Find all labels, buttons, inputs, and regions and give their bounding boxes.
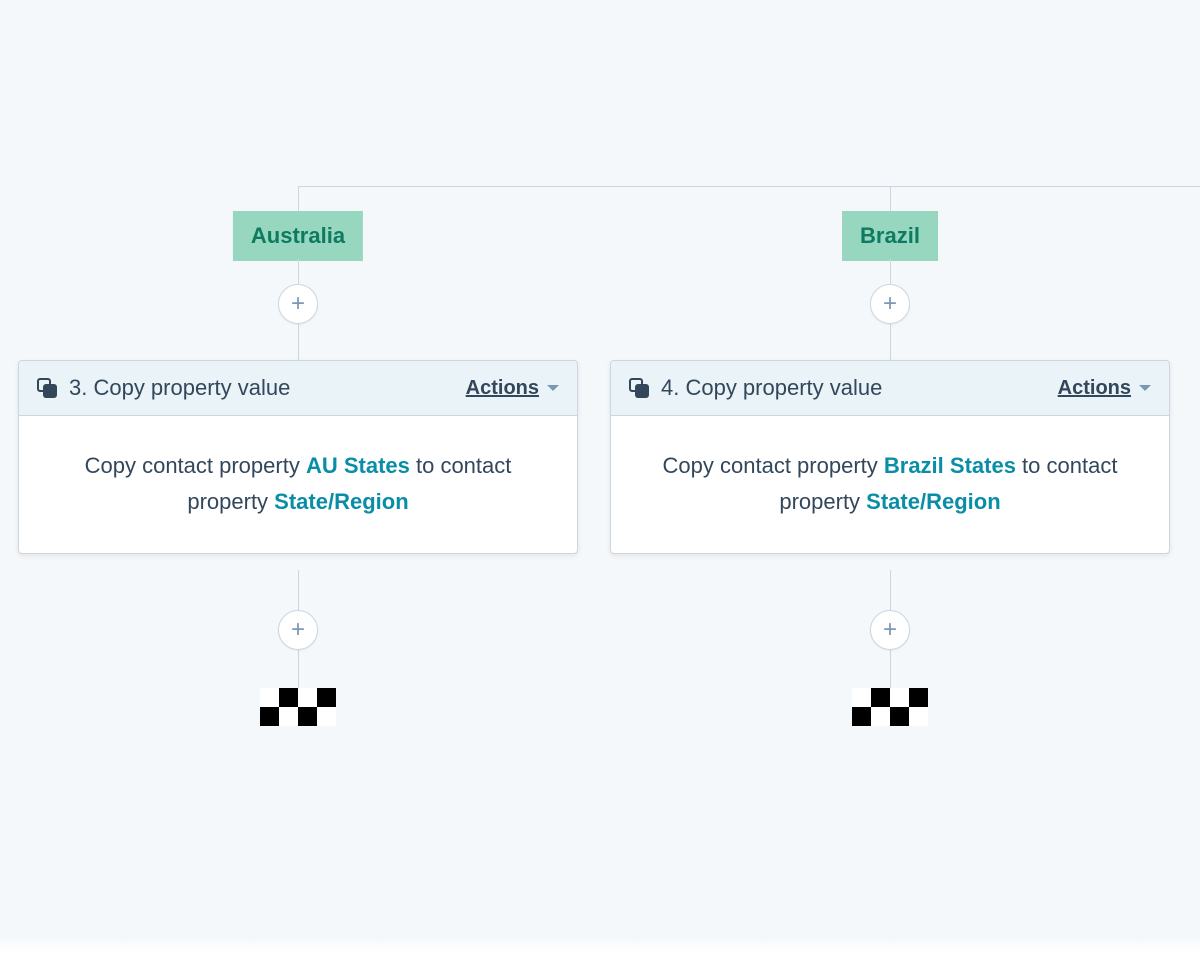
card-header: 4. Copy property value Actions xyxy=(611,361,1169,416)
end-flag-icon xyxy=(852,688,928,726)
body-text: Copy contact property xyxy=(85,453,306,478)
actions-dropdown[interactable]: Actions xyxy=(1058,377,1151,400)
plus-icon: + xyxy=(883,618,897,642)
branch-tag-label: Brazil xyxy=(860,223,920,248)
actions-label: Actions xyxy=(466,377,539,400)
card-header: 3. Copy property value Actions xyxy=(19,361,577,416)
workflow-step-card-4[interactable]: 4. Copy property value Actions Copy cont… xyxy=(610,360,1170,554)
actions-dropdown[interactable]: Actions xyxy=(466,377,559,400)
connector-vertical xyxy=(298,186,299,211)
branch-tag-australia[interactable]: Australia xyxy=(233,211,363,261)
card-title: 3. Copy property value xyxy=(69,375,290,401)
branch-tag-label: Australia xyxy=(251,223,345,248)
add-step-button[interactable]: + xyxy=(278,610,318,650)
workflow-step-card-3[interactable]: 3. Copy property value Actions Copy cont… xyxy=(18,360,578,554)
card-body: Copy contact property Brazil States to c… xyxy=(611,416,1169,553)
add-step-button[interactable]: + xyxy=(870,610,910,650)
bottom-fade xyxy=(0,914,1200,954)
copy-icon xyxy=(37,378,57,398)
add-step-button[interactable]: + xyxy=(278,284,318,324)
card-header-left: 3. Copy property value xyxy=(37,375,290,401)
chevron-down-icon xyxy=(547,385,559,391)
card-header-left: 4. Copy property value xyxy=(629,375,882,401)
plus-icon: + xyxy=(291,292,305,316)
add-step-button[interactable]: + xyxy=(870,284,910,324)
source-property: Brazil States xyxy=(884,453,1016,478)
copy-icon xyxy=(629,378,649,398)
connector-horizontal xyxy=(298,186,1200,187)
connector-vertical xyxy=(890,186,891,211)
branch-tag-brazil[interactable]: Brazil xyxy=(842,211,938,261)
end-flag-icon xyxy=(260,688,336,726)
chevron-down-icon xyxy=(1139,385,1151,391)
actions-label: Actions xyxy=(1058,377,1131,400)
plus-icon: + xyxy=(883,292,897,316)
workflow-canvas: Australia + 3. Copy property value Actio… xyxy=(0,0,1200,954)
plus-icon: + xyxy=(291,618,305,642)
source-property: AU States xyxy=(306,453,410,478)
card-body: Copy contact property AU States to conta… xyxy=(19,416,577,553)
target-property: State/Region xyxy=(274,489,408,514)
target-property: State/Region xyxy=(866,489,1000,514)
body-text: Copy contact property xyxy=(663,453,884,478)
card-title: 4. Copy property value xyxy=(661,375,882,401)
